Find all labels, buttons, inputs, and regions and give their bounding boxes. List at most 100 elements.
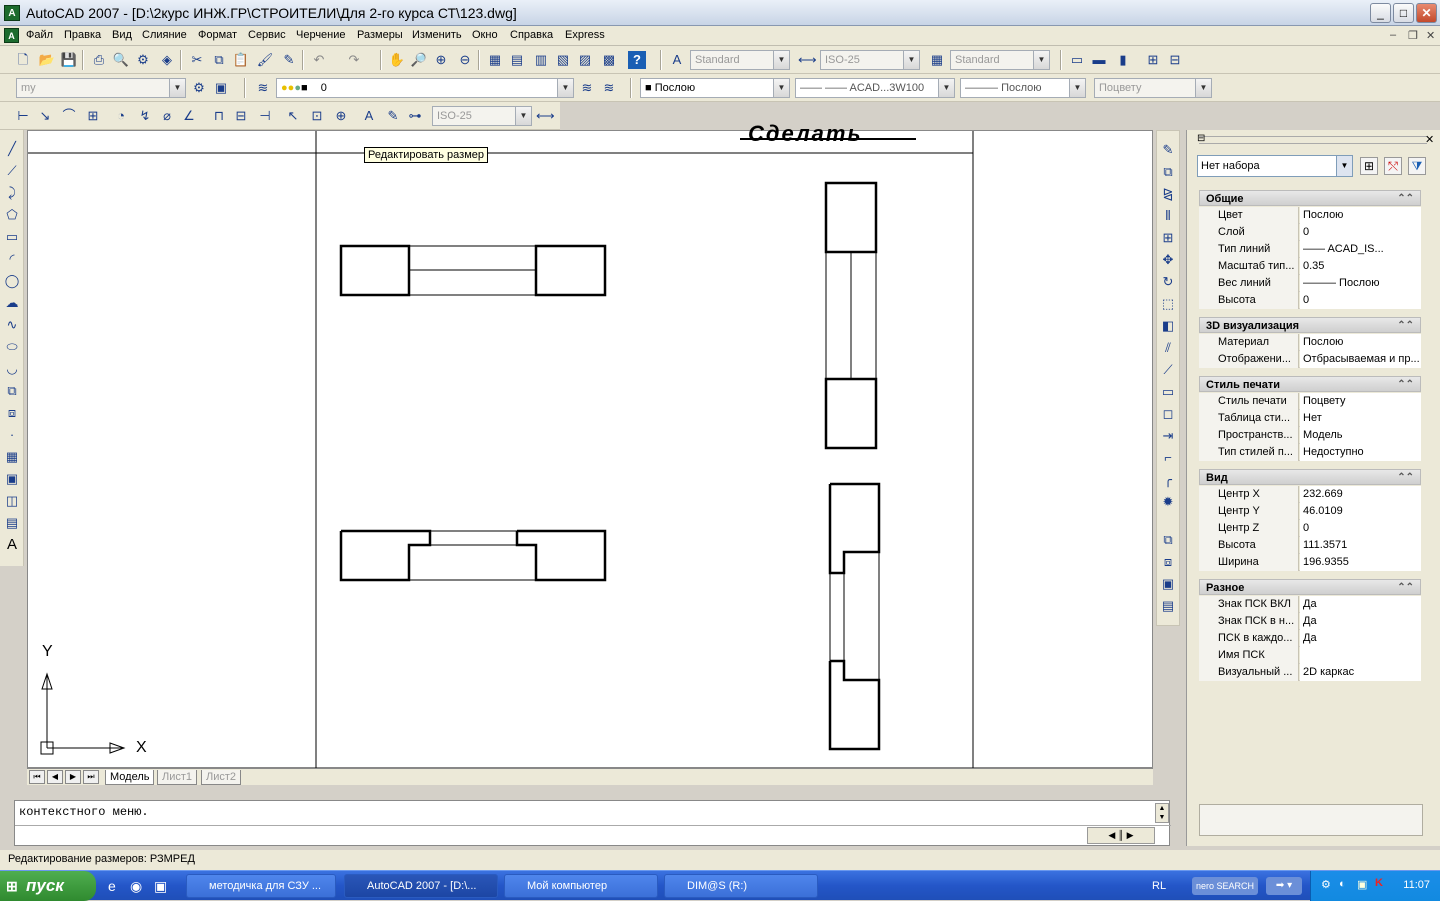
property-row[interactable]: Материал Послою (1199, 334, 1421, 351)
rotate-icon[interactable]: ↻ (1159, 273, 1177, 293)
property-row[interactable]: Центр Z0 (1199, 520, 1421, 537)
dim-continue-icon[interactable]: ⊣ (256, 107, 274, 125)
property-row[interactable]: Высота 111.3571 (1199, 537, 1421, 554)
array-icon[interactable]: ⊞ (1159, 229, 1177, 249)
plotstyle-select[interactable]: Поцвету ▼ (1094, 78, 1212, 98)
property-value[interactable]: ——— Послою (1300, 275, 1421, 292)
draworder-back-icon[interactable]: ⧈ (1159, 553, 1177, 573)
mirror-icon[interactable]: ⧎ (1159, 185, 1177, 205)
ie-icon[interactable]: e (108, 878, 116, 894)
collapse-icon[interactable]: ⌃⌃ (1397, 580, 1414, 596)
dim-style-icon[interactable]: ⟷ (798, 51, 817, 69)
menu-dimension[interactable]: Размеры (357, 29, 403, 41)
paste-icon[interactable]: 📋 (232, 51, 250, 69)
layout-icon-1[interactable]: ▭ (1068, 51, 1086, 69)
first-tab-icon[interactable]: ⏮ (29, 770, 45, 784)
rectangle-icon[interactable]: ▭ (3, 228, 21, 248)
prev-tab-icon[interactable]: ◀ (47, 770, 63, 784)
property-value[interactable]: 111.3571 (1300, 537, 1421, 554)
offset-icon[interactable]: ⫴ (1159, 207, 1177, 227)
property-value[interactable]: Да (1300, 596, 1421, 613)
property-row[interactable]: Высота 0 (1199, 292, 1421, 309)
tab-layout2[interactable]: Лист2 (201, 770, 242, 785)
menu-merge[interactable]: Слияние (142, 29, 187, 41)
property-value[interactable]: Поцвету (1300, 393, 1421, 410)
property-value[interactable]: Да (1300, 613, 1421, 630)
dim-angular-icon[interactable]: ∠ (180, 107, 198, 125)
last-tab-icon[interactable]: ⏭ (83, 770, 99, 784)
construction-line-icon[interactable]: ⟋ (3, 162, 21, 182)
linetype-select[interactable]: —— —— ACAD...3W100 ▼ (795, 78, 955, 98)
property-value[interactable]: Модель (1300, 427, 1421, 444)
section-header[interactable]: Разное ⌃⌃ (1199, 579, 1421, 595)
design-center-icon[interactable]: ▤ (508, 51, 526, 69)
undo-icon[interactable]: ↶ (310, 51, 328, 69)
start-button[interactable]: ⊞ пуск (0, 871, 96, 901)
circle-icon[interactable]: ◯ (3, 272, 21, 292)
layout-icon-4[interactable]: ⊞ (1144, 51, 1162, 69)
property-row[interactable]: Отображени... Отбрасываемая и пр... (1199, 351, 1421, 368)
drawing-area[interactable]: Сделать Y X Редактировать размер (27, 121, 1153, 769)
draworder-front-icon[interactable]: ⧉ (1159, 531, 1177, 551)
revision-cloud-icon[interactable]: ☁ (3, 294, 21, 314)
tray-kaspersky-icon[interactable]: K (1375, 877, 1383, 889)
chamfer-icon[interactable]: ⌐ (1159, 449, 1177, 469)
help-icon[interactable]: ? (628, 51, 646, 69)
task-autocad[interactable]: AutoCAD 2007 - [D:\... (344, 874, 498, 898)
dim-ordinate-icon[interactable]: ⊞ (84, 107, 102, 125)
property-value[interactable]: Нет (1300, 410, 1421, 427)
property-row[interactable]: Слой 0 (1199, 224, 1421, 241)
property-row[interactable]: Знак ПСК в н... Да (1199, 613, 1421, 630)
stretch-icon[interactable]: ◧ (1159, 317, 1177, 337)
table-style-select[interactable]: Standard ▼ (950, 50, 1050, 70)
task-word-doc[interactable]: методичка для СЗУ ... (186, 874, 336, 898)
close-button[interactable]: ✕ (1416, 3, 1437, 23)
select-objects-icon[interactable]: ⤲ (1384, 157, 1402, 175)
ellipse-arc-icon[interactable]: ◡ (3, 360, 21, 380)
autocad-app-icon[interactable]: A (4, 5, 20, 21)
property-row[interactable]: Тип линий —— ACAD_IS... (1199, 241, 1421, 258)
menu-window[interactable]: Окно (472, 29, 498, 41)
hatch-icon[interactable]: ▦ (3, 448, 21, 468)
property-row[interactable]: Вес линий ——— Послою (1199, 275, 1421, 292)
redo-icon[interactable]: ↷ (345, 51, 363, 69)
section-header[interactable]: Стиль печати ⌃⌃ (1199, 376, 1421, 392)
dim-aligned-icon[interactable]: ↘ (36, 107, 54, 125)
property-row[interactable]: Ширина 196.9355 (1199, 554, 1421, 571)
scale-icon[interactable]: ⬚ (1159, 295, 1177, 315)
fillet-icon[interactable]: ╭ (1159, 471, 1177, 491)
collapse-icon[interactable]: ⌃⌃ (1397, 377, 1414, 393)
cut-icon[interactable]: ✂ (188, 51, 206, 69)
doc-minimize-icon[interactable]: – (1390, 29, 1396, 41)
tray-app-icon[interactable]: ▣ (1357, 878, 1367, 891)
layer-previous-icon[interactable]: ≋ (600, 79, 618, 97)
table-icon[interactable]: ▤ (3, 514, 21, 534)
copy-object-icon[interactable]: ⧉ (1159, 163, 1177, 183)
markup-icon[interactable]: ▨ (576, 51, 594, 69)
move-icon[interactable]: ✥ (1159, 251, 1177, 271)
color-select[interactable]: ■ Послою ▼ (640, 78, 790, 98)
ellipse-icon[interactable]: ⬭ (3, 338, 21, 358)
tray-sound-icon[interactable]: ◐ (1339, 878, 1346, 890)
palette-autohide-icon[interactable]: ⊟ (1197, 133, 1205, 144)
erase-icon[interactable]: ✎ (1159, 141, 1177, 161)
property-row[interactable]: Имя ПСК (1199, 647, 1421, 664)
property-value[interactable]: 232.669 (1300, 486, 1421, 503)
menu-format[interactable]: Формат (198, 29, 237, 41)
command-window[interactable]: контекстного меню. ▲ ▼ ◀ ║ ▶ (14, 800, 1171, 846)
property-value[interactable]: Отбрасываемая и пр... (1300, 351, 1421, 368)
text-style-icon[interactable]: A (668, 51, 686, 69)
menu-tools[interactable]: Сервис (248, 29, 286, 41)
publish-icon[interactable]: ⚙ (134, 51, 152, 69)
layer-manager-icon[interactable]: ≋ (254, 79, 272, 97)
insert-block-icon[interactable]: ⧉ (3, 382, 21, 402)
menu-view[interactable]: Вид (112, 29, 132, 41)
task-my-computer[interactable]: Мой компьютер (504, 874, 658, 898)
property-value[interactable]: 0.35 (1300, 258, 1421, 275)
command-hscroll-icon[interactable]: ◀ ║ ▶ (1087, 827, 1155, 844)
text-style-select[interactable]: Standard ▼ (690, 50, 790, 70)
mtext-icon[interactable]: A (3, 536, 21, 556)
workspace-select[interactable]: my ▼ (16, 78, 186, 98)
dim-style-select[interactable]: ISO-25 ▼ (820, 50, 920, 70)
gradient-icon[interactable]: ▣ (3, 470, 21, 490)
